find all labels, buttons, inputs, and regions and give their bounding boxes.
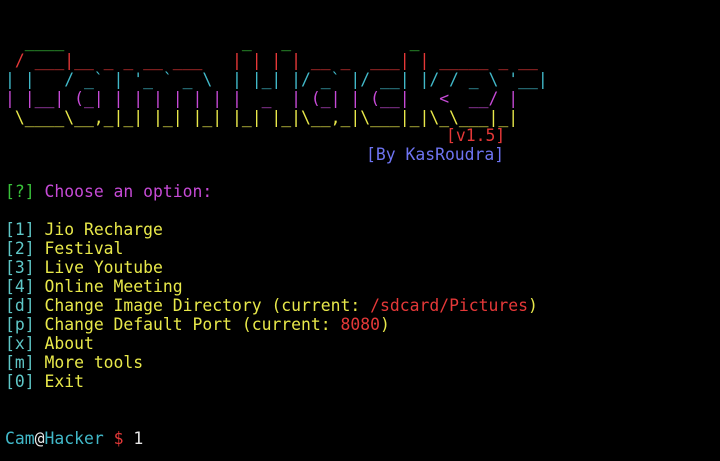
prompt-input[interactable]: 1 [133,429,143,448]
menu-key: [x] [5,334,35,353]
version-label: [v1.5] [446,126,506,145]
menu-item-festival[interactable]: [2] Festival [5,239,123,258]
shell-prompt-line[interactable]: Cam@Hacker $ 1 [5,429,143,448]
menu-item-more-tools[interactable]: [m] More tools [5,353,143,372]
choose-option-prompt: [?] Choose an option: [5,182,212,201]
port-value: 8080 [340,315,381,334]
terminal-window[interactable]: ____ _ _ _ / ___|__ _ _ __ ___ | | | | _… [0,0,720,461]
menu-key: [1] [5,220,35,239]
banner-line-2: / ___|__ _ _ __ ___ | | | | __ _ ___| | … [5,51,538,70]
question-text: Choose an option: [34,182,213,201]
image-directory-value: /sdcard/Pictures [370,296,529,315]
menu-item-jio-recharge[interactable]: [1] Jio Recharge [5,220,163,239]
menu-key: [m] [5,353,35,372]
prompt-user: Cam [5,429,35,448]
prompt-at: @ [34,429,45,448]
menu-label: Change Image Directory (current: [34,296,371,315]
menu-label: Change Default Port (current: [34,315,341,334]
banner-line-3: | | / _` | '_ ` _ \ | |_| |/ _` |/ __| |… [5,70,548,89]
menu-label: Online Meeting [34,277,183,296]
menu-label: Exit [34,372,84,391]
menu-item-exit[interactable]: [0] Exit [5,372,84,391]
menu-item-online-meeting[interactable]: [4] Online Meeting [5,277,183,296]
menu-key: [2] [5,239,35,258]
menu-label: Jio Recharge [34,220,163,239]
question-marker: [?] [5,182,35,201]
menu-key: [d] [5,296,35,315]
menu-key: [0] [5,372,35,391]
menu-label: Live Youtube [34,258,163,277]
menu-key: [3] [5,258,35,277]
menu-item-live-youtube[interactable]: [3] Live Youtube [5,258,163,277]
menu-item-about[interactable]: [x] About [5,334,94,353]
menu-key: [p] [5,315,35,334]
menu-item-change-default-port[interactable]: [p] Change Default Port (current: 8080) [5,315,390,334]
menu-key: [4] [5,277,35,296]
author-label: [By KasRoudra] [366,145,505,164]
menu-suffix: ) [528,296,538,315]
prompt-symbol: $ [103,429,134,448]
banner-line-4: | |__| (_| | | | | | | | _ | (_| | (__| … [5,89,519,108]
prompt-host: Hacker [44,429,104,448]
banner-line-1: ____ _ _ _ [5,32,420,51]
menu-item-change-image-directory[interactable]: [d] Change Image Directory (current: /sd… [5,296,538,315]
menu-label: Festival [34,239,124,258]
menu-suffix: ) [380,315,390,334]
menu-label: About [34,334,94,353]
menu-label: More tools [34,353,144,372]
banner-line-5: \____\__,_|_| |_| |_| |_| |_|\__,_|\___|… [5,108,519,127]
